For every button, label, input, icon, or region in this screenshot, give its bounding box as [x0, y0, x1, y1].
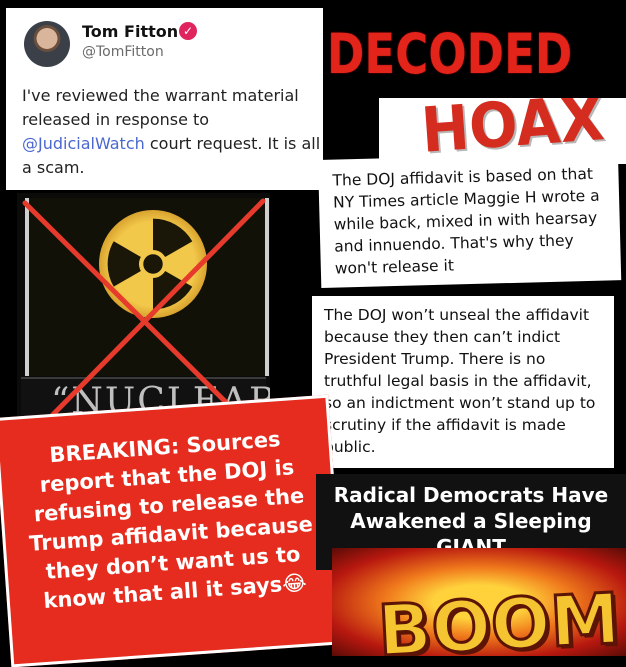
boom-text: BOOM — [375, 576, 624, 656]
unseal-note-text: The DOJ won’t unseal the affidavit becau… — [324, 306, 596, 456]
boom-graphic: BOOM — [332, 548, 626, 656]
tweet-card: Tom Fitton ✓ @TomFitton I've reviewed th… — [6, 8, 323, 190]
tweet-body: I've reviewed the warrant material relea… — [22, 84, 322, 180]
verified-badge-icon: ✓ — [179, 22, 197, 40]
decoded-text: DECODED — [327, 22, 573, 86]
breaking-news-box: BREAKING: Sources report that the DOJ is… — [0, 394, 346, 667]
tweet-mention-link[interactable]: @JudicialWatch — [22, 134, 145, 153]
tweet-handle[interactable]: @TomFitton — [82, 44, 164, 60]
unseal-note-card: The DOJ won’t unseal the affidavit becau… — [312, 296, 614, 468]
affidavit-note-text: The DOJ affidavit is based on that NY Ti… — [332, 164, 600, 278]
affidavit-note-card: The DOJ affidavit is based on that NY Ti… — [318, 152, 622, 288]
avatar[interactable] — [24, 21, 70, 67]
tweet-text-start: I've reviewed the warrant material relea… — [22, 86, 299, 129]
decoded-banner: DECODED — [325, 8, 626, 103]
breaking-news-text: BREAKING: Sources report that the DOJ is… — [28, 427, 314, 613]
tweet-author-name[interactable]: Tom Fitton — [82, 22, 178, 41]
